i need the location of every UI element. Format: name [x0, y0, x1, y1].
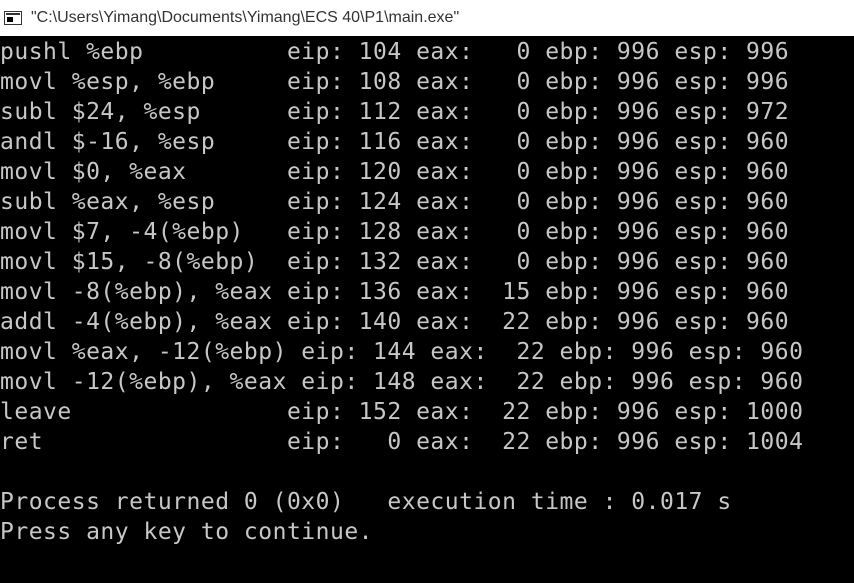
console-window: "C:\Users\Yimang\Documents\Yimang\ECS 40… [0, 0, 854, 583]
console-output[interactable]: pushl %ebp eip: 104 eax: 0 ebp: 996 esp:… [0, 37, 854, 583]
trace-line: leave eip: 152 eax: 22 ebp: 996 esp: 100… [0, 399, 804, 425]
trace-line: subl $24, %esp eip: 112 eax: 0 ebp: 996 … [0, 99, 790, 125]
trace-line: movl -8(%ebp), %eax eip: 136 eax: 15 ebp… [0, 279, 790, 305]
trace-line: pushl %ebp eip: 104 eax: 0 ebp: 996 esp:… [0, 39, 790, 65]
window-title: "C:\Users\Yimang\Documents\Yimang\ECS 40… [31, 9, 460, 26]
process-return-line: Process returned 0 (0x0) execution time … [0, 489, 732, 515]
title-bar[interactable]: "C:\Users\Yimang\Documents\Yimang\ECS 40… [0, 0, 854, 36]
trace-line: movl %eax, -12(%ebp) eip: 144 eax: 22 eb… [0, 339, 804, 365]
trace-line: movl -12(%ebp), %eax eip: 148 eax: 22 eb… [0, 369, 804, 395]
trace-line: ret eip: 0 eax: 22 ebp: 996 esp: 1004 [0, 429, 804, 455]
trace-line: andl $-16, %esp eip: 116 eax: 0 ebp: 996… [0, 129, 790, 155]
trace-line: addl -4(%ebp), %eax eip: 140 eax: 22 ebp… [0, 309, 790, 335]
trace-line: subl %eax, %esp eip: 124 eax: 0 ebp: 996… [0, 189, 790, 215]
trace-line: movl $15, -8(%ebp) eip: 132 eax: 0 ebp: … [0, 249, 790, 275]
trace-line: movl $0, %eax eip: 120 eax: 0 ebp: 996 e… [0, 159, 790, 185]
trace-line: movl %esp, %ebp eip: 108 eax: 0 ebp: 996… [0, 69, 790, 95]
trace-line: movl $7, -4(%ebp) eip: 128 eax: 0 ebp: 9… [0, 219, 790, 245]
continue-prompt: Press any key to continue. [0, 519, 374, 545]
console-app-icon[interactable] [4, 11, 22, 25]
